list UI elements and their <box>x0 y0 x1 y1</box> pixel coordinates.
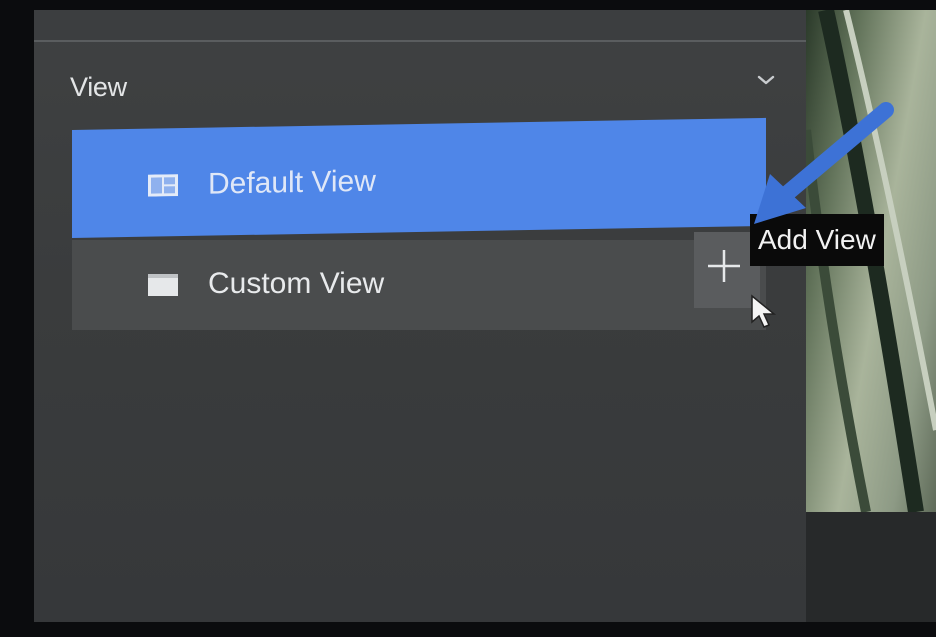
view-list: Default View Custom View <box>72 117 766 330</box>
view-item-default[interactable]: Default View <box>72 117 766 238</box>
view-item-label: Default View <box>208 164 376 201</box>
view-item-custom[interactable]: Custom View <box>72 240 766 330</box>
layout-grid-icon <box>148 174 178 197</box>
view-section-header[interactable]: View <box>34 58 806 118</box>
view-panel: View Default View Custom View <box>34 10 806 622</box>
mouse-pointer-icon <box>751 294 777 328</box>
panel-topbar <box>34 10 806 42</box>
screen: View Default View Custom View Add View <box>0 0 936 637</box>
view-item-label: Custom View <box>208 267 385 300</box>
section-title: View <box>70 72 127 102</box>
folder-icon <box>148 274 178 296</box>
chevron-down-icon[interactable] <box>756 70 776 90</box>
plus-icon <box>708 250 740 282</box>
camera-feed-lower <box>806 512 936 622</box>
arrow-annotation-icon <box>754 102 894 224</box>
